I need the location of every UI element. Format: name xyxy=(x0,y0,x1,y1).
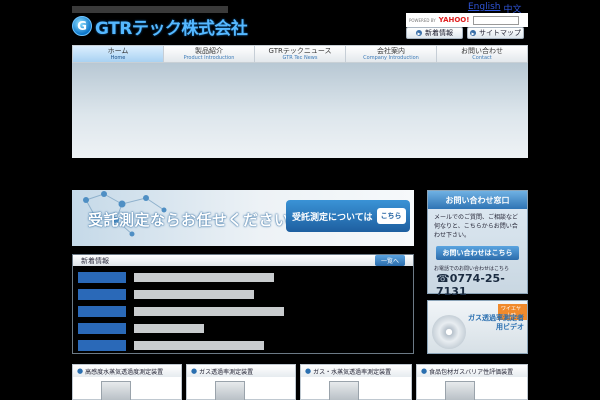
nav-sublabel: Home xyxy=(110,55,126,61)
phone-number: ☎0774-25-7131 xyxy=(436,272,505,298)
news-title: 新着情報 xyxy=(81,256,109,265)
product-title: ガス・水蒸気透過率測定装置 xyxy=(313,368,392,376)
news-text xyxy=(134,307,284,316)
news-item[interactable] xyxy=(78,271,412,284)
whats-new-label: 新着情報 xyxy=(425,29,453,37)
product-title: ガス透過率測定装置 xyxy=(199,368,254,376)
video-banner[interactable]: ワイエヤー上映 ガス透過率測定者用ビデオ xyxy=(427,300,528,354)
news-text xyxy=(134,273,274,282)
company-logo[interactable]: G GTRテック株式会社 xyxy=(72,15,248,39)
news-date xyxy=(78,306,126,317)
news-date xyxy=(78,323,126,334)
nav-label: 製品紹介 xyxy=(195,47,223,55)
nav-sublabel: Contact xyxy=(472,55,492,61)
nav-sublabel: GTR Tec News xyxy=(282,55,318,61)
nav-sublabel: Product Introduction xyxy=(183,55,235,61)
news-text xyxy=(134,290,254,299)
product-image xyxy=(445,381,475,400)
bullet-icon: ● xyxy=(421,367,428,375)
search-powered-by: POWERED BY xyxy=(409,17,436,23)
contact-button[interactable]: お問い合わせはこちら xyxy=(436,246,519,260)
news-more-button[interactable]: 一覧へ xyxy=(374,255,405,266)
product-image xyxy=(215,381,245,400)
cta-here-label: こちら xyxy=(376,208,406,224)
nav-label: GTRテックニュース xyxy=(268,47,332,55)
bullet-icon: ● xyxy=(77,367,84,375)
news-item[interactable] xyxy=(78,322,412,335)
phone-label: お電話でのお問い合わせはこちら xyxy=(434,266,510,272)
cta-label: 受託測定については xyxy=(292,212,373,223)
bullet-icon: ● xyxy=(191,367,198,375)
contact-box: お問い合わせ窓口 メールでのご質問、ご相談など何なりと、こちらからお問い合わせ下… xyxy=(427,190,528,298)
news-item[interactable] xyxy=(78,305,412,318)
company-name: GTRテック株式会社 xyxy=(95,18,248,39)
nav-item-contact[interactable]: お問い合わせ Contact xyxy=(437,46,527,62)
news-header: 新着情報 一覧へ xyxy=(73,255,413,266)
logo-mark-icon: G xyxy=(72,16,92,36)
news-text xyxy=(134,324,204,333)
main-navigation: ホーム Home 製品紹介 Product Introduction GTRテッ… xyxy=(72,45,528,63)
news-panel: 新着情報 一覧へ xyxy=(72,254,414,354)
video-title: ガス透過率測定者用ビデオ xyxy=(468,314,524,331)
nav-item-news[interactable]: GTRテックニュース GTR Tec News xyxy=(255,46,346,62)
news-item[interactable] xyxy=(78,339,412,352)
sitemap-label: サイトマップ xyxy=(479,29,521,37)
contact-title: お問い合わせ窓口 xyxy=(428,191,527,209)
hero-image xyxy=(72,63,528,158)
nav-item-home[interactable]: ホーム Home xyxy=(73,46,164,62)
banner-headline: 受託測定ならお任せください xyxy=(88,211,290,229)
product-card[interactable]: ● ガス・水蒸気透過率測定装置 xyxy=(300,364,412,400)
news-date xyxy=(78,289,126,300)
news-item[interactable] xyxy=(78,288,412,301)
nav-item-company[interactable]: 会社案内 Company Introduction xyxy=(346,46,437,62)
nav-label: 会社案内 xyxy=(377,47,405,55)
bullet-icon: ● xyxy=(305,367,312,375)
product-card[interactable]: ● 食品包材ガスバリア性評価装置 xyxy=(416,364,528,400)
nav-item-products[interactable]: 製品紹介 Product Introduction xyxy=(164,46,255,62)
yahoo-logo: YAHOO! xyxy=(438,16,470,24)
product-image xyxy=(329,381,359,400)
sitemap-button[interactable]: ▶ サイトマップ xyxy=(467,27,524,39)
product-card[interactable]: ● ガス透過率測定装置 xyxy=(186,364,296,400)
contract-measurement-cta-button[interactable]: 受託測定については こちら xyxy=(286,200,410,232)
nav-label: ホーム xyxy=(107,47,129,55)
search-input[interactable] xyxy=(473,15,520,25)
nav-sublabel: Company Introduction xyxy=(363,55,419,61)
contact-description: メールでのご質問、ご相談など何なりと、こちらからお問い合わせ下さい。 xyxy=(434,214,519,239)
arrow-icon: ▶ xyxy=(416,30,422,36)
whats-new-button[interactable]: ▶ 新着情報 xyxy=(406,27,463,39)
news-date xyxy=(78,272,126,283)
product-title: 食品包材ガスバリア性評価装置 xyxy=(429,368,514,376)
disc-icon xyxy=(432,315,466,349)
nav-label: お問い合わせ xyxy=(461,47,503,55)
news-date xyxy=(78,340,126,351)
site-search: POWERED BY YAHOO! xyxy=(406,13,528,27)
header-buttons: ▶ 新着情報 ▶ サイトマップ xyxy=(406,27,524,39)
product-card[interactable]: ● 高感度水蒸気透過度測定装置 xyxy=(72,364,182,400)
header-tagline-bar xyxy=(72,6,228,13)
arrow-icon: ▶ xyxy=(470,30,476,36)
product-title: 高感度水蒸気透過度測定装置 xyxy=(85,368,164,376)
product-image xyxy=(101,381,131,400)
news-text xyxy=(134,341,264,350)
